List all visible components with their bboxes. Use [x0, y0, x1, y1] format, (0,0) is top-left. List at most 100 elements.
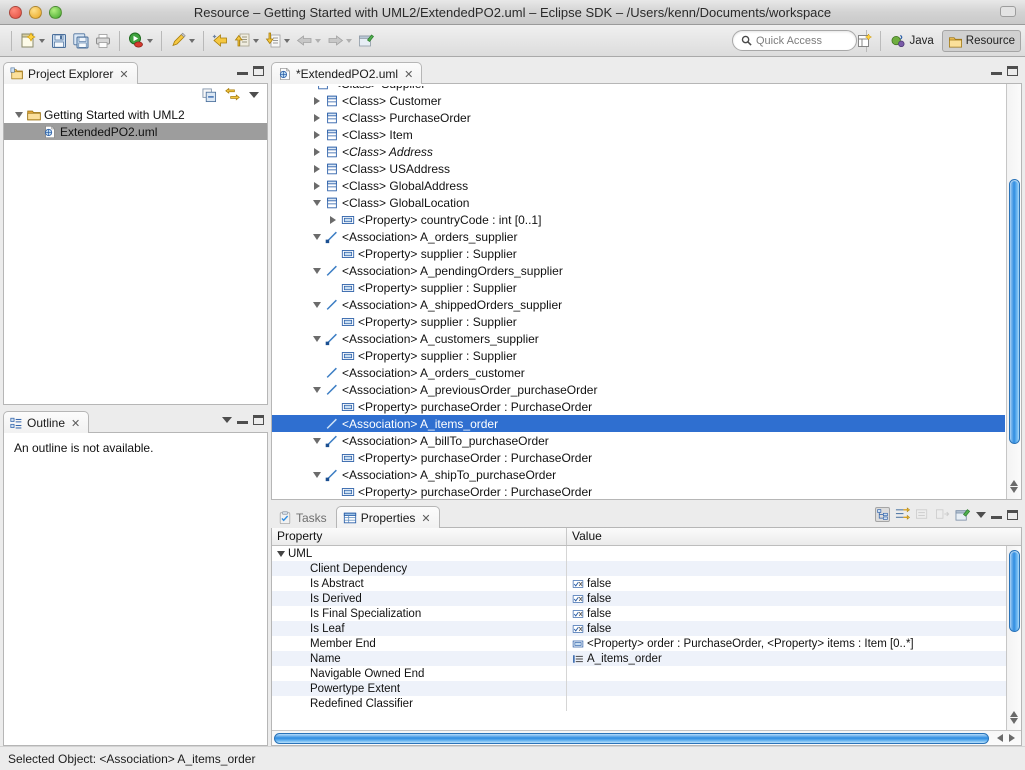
- view-menu-icon[interactable]: [249, 92, 259, 98]
- uml-tree-item[interactable]: <Class> PurchaseOrder: [272, 109, 1005, 126]
- twisty-down-icon[interactable]: [310, 335, 323, 342]
- new-wizard-button[interactable]: [17, 30, 39, 52]
- twisty-down-icon[interactable]: [310, 386, 323, 393]
- close-icon[interactable]: ✕: [421, 512, 430, 525]
- uml-tree-item[interactable]: <Property> supplier : Supplier: [272, 347, 1005, 364]
- forward-button[interactable]: [324, 30, 346, 52]
- zoom-window-button[interactable]: [49, 5, 62, 19]
- tab-extendedpo2-uml[interactable]: *ExtendedPO2.uml ✕: [271, 62, 423, 85]
- uml-tree-item[interactable]: <Association> A_customers_supplier: [272, 330, 1005, 347]
- scrollbar-thumb[interactable]: [1009, 179, 1020, 444]
- uml-tree-item[interactable]: <Class> GlobalAddress: [272, 177, 1005, 194]
- property-value-cell[interactable]: [567, 681, 1006, 696]
- uml-tree-item[interactable]: <Association> A_items_order: [272, 415, 1005, 432]
- properties-horizontal-scrollbar[interactable]: [272, 730, 1021, 745]
- properties-group-row[interactable]: UML: [272, 546, 1006, 561]
- uml-tree-item[interactable]: <Class> GlobalLocation: [272, 194, 1005, 211]
- property-name-cell[interactable]: Navigable Owned End: [272, 666, 567, 681]
- tab-project-explorer[interactable]: Project Explorer ✕: [3, 62, 138, 85]
- uml-tree-item[interactable]: <Class> USAddress: [272, 160, 1005, 177]
- twisty-right-icon[interactable]: [310, 96, 323, 105]
- last-edit-location-dropdown-arrow[interactable]: [284, 38, 290, 43]
- scrollbar-track[interactable]: [272, 731, 991, 746]
- properties-row[interactable]: Member End <Property> order : PurchaseOrd…: [272, 636, 1006, 651]
- properties-row[interactable]: Is Final Specialization false: [272, 606, 1006, 621]
- restore-default-value-icon[interactable]: [915, 507, 930, 522]
- link-with-editor-icon[interactable]: [225, 87, 241, 103]
- properties-row[interactable]: Client Dependency: [272, 561, 1006, 576]
- forward-dropdown-arrow[interactable]: [346, 38, 352, 43]
- save-button[interactable]: [48, 30, 70, 52]
- view-menu-icon[interactable]: [976, 511, 986, 518]
- scrollbar-thumb[interactable]: [274, 732, 989, 744]
- back-button[interactable]: [293, 30, 315, 52]
- close-icon[interactable]: ✕: [404, 68, 413, 81]
- project-explorer-item[interactable]: Getting Started with UML2: [4, 106, 267, 123]
- property-value-cell[interactable]: false: [567, 606, 1006, 621]
- scrollbar-buttons[interactable]: [991, 734, 1021, 742]
- uml-tree-item[interactable]: <Association> A_previousOrder_purchaseOr…: [272, 381, 1005, 398]
- scroll-up-icon[interactable]: [1010, 710, 1018, 717]
- properties-group-cell[interactable]: UML: [272, 546, 567, 561]
- properties-vertical-scrollbar[interactable]: [1006, 546, 1021, 730]
- new-editor-button[interactable]: [355, 30, 377, 52]
- tab-properties[interactable]: Properties ✕: [335, 506, 440, 529]
- uml-tree-item[interactable]: <Class> Customer: [272, 92, 1005, 109]
- property-name-cell[interactable]: Member End: [272, 636, 567, 651]
- new-wizard-dropdown-arrow[interactable]: [39, 38, 45, 43]
- minimize-window-button[interactable]: [29, 5, 42, 19]
- property-value-cell[interactable]: false: [567, 591, 1006, 606]
- uml-tree-item[interactable]: <Property> countryCode : int [0..1]: [272, 211, 1005, 228]
- uml-tree-item[interactable]: <Association> A_shippedOrders_supplier: [272, 296, 1005, 313]
- uml-tree-item[interactable]: <Property> purchaseOrder : PurchaseOrder: [272, 398, 1005, 415]
- property-name-cell[interactable]: Client Dependency: [272, 561, 567, 576]
- run-button[interactable]: [125, 30, 147, 52]
- twisty-down-icon[interactable]: [310, 267, 323, 274]
- maximize-icon[interactable]: [1007, 509, 1018, 520]
- uml-tree-item[interactable]: <Property> purchaseOrder : PurchaseOrder: [272, 483, 1005, 499]
- property-value-cell[interactable]: [567, 696, 1006, 711]
- close-icon[interactable]: ✕: [119, 68, 128, 81]
- twisty-right-icon[interactable]: [310, 130, 323, 139]
- scroll-up-icon[interactable]: [1010, 479, 1018, 486]
- uml-tree-item[interactable]: <Association> A_pendingOrders_supplier: [272, 262, 1005, 279]
- properties-row[interactable]: Redefined Classifier: [272, 696, 1006, 711]
- properties-row[interactable]: Powertype Extent: [272, 681, 1006, 696]
- minimize-icon[interactable]: [991, 510, 1002, 519]
- twisty-right-icon[interactable]: [326, 215, 339, 224]
- scroll-down-icon[interactable]: [1010, 486, 1018, 493]
- property-name-cell[interactable]: Is Derived: [272, 591, 567, 606]
- property-value-cell[interactable]: false: [567, 576, 1006, 591]
- uml-tree-item[interactable]: <Property> supplier : Supplier: [272, 279, 1005, 296]
- uml-tree-item[interactable]: <Property> supplier : Supplier: [272, 313, 1005, 330]
- column-header-value[interactable]: Value: [567, 528, 1021, 545]
- property-name-cell[interactable]: Is Leaf: [272, 621, 567, 636]
- last-edit-location-button[interactable]: [262, 30, 284, 52]
- scrollbar-buttons[interactable]: [1007, 704, 1021, 730]
- search-dropdown-arrow[interactable]: [189, 38, 195, 43]
- twisty-down-icon[interactable]: [310, 437, 323, 444]
- minimize-icon[interactable]: [991, 66, 1002, 75]
- print-button[interactable]: [92, 30, 114, 52]
- maximize-icon[interactable]: [1007, 65, 1018, 76]
- close-window-button[interactable]: [9, 5, 22, 19]
- project-explorer-item[interactable]: ExtendedPO2.uml: [4, 123, 267, 140]
- property-value-cell[interactable]: [567, 561, 1006, 576]
- search-button[interactable]: [167, 30, 189, 52]
- scroll-left-icon[interactable]: [997, 734, 1003, 742]
- uml-tree-item[interactable]: <Association> A_orders_customer: [272, 364, 1005, 381]
- tab-outline[interactable]: Outline ✕: [3, 411, 90, 434]
- uml-tree-item[interactable]: <Class> Item: [272, 126, 1005, 143]
- twisty-down-icon[interactable]: [310, 233, 323, 240]
- pin-to-selection-icon[interactable]: [955, 507, 971, 522]
- twisty-down-icon[interactable]: [310, 471, 323, 478]
- properties-row[interactable]: Is Leaf false: [272, 621, 1006, 636]
- next-annotation-dropdown-arrow[interactable]: [253, 38, 259, 43]
- close-icon[interactable]: ✕: [71, 417, 80, 430]
- scrollbar-buttons[interactable]: [1007, 473, 1021, 499]
- show-categories-icon[interactable]: [875, 507, 890, 522]
- twisty-down-icon[interactable]: [310, 199, 323, 206]
- column-header-property[interactable]: Property: [272, 528, 567, 545]
- project-explorer-tree[interactable]: Getting Started with UML2 ExtendedPO2.uml: [4, 106, 267, 140]
- twisty-right-icon[interactable]: [310, 147, 323, 156]
